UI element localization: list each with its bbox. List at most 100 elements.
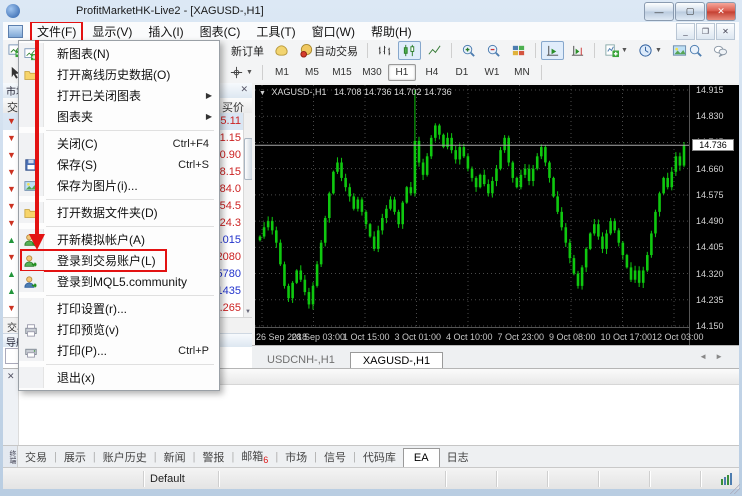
timeframe-M5[interactable]: M5 [298,64,326,81]
new-order-button[interactable]: 新订单 [227,41,268,61]
bid-value: 5.11 [220,113,241,130]
tile-windows-button[interactable] [507,41,530,60]
chat-button[interactable] [709,41,732,60]
scrollbar-down-icon[interactable]: ▼ [244,308,252,317]
zoom-in-button[interactable] [457,41,480,60]
file-menu-item[interactable]: 打开离线历史数据(O) [19,64,219,85]
terminal-tab-新闻[interactable]: 新闻 [157,447,193,467]
file-menu-item[interactable]: 开新模拟帐户(A) [19,229,219,250]
close-button[interactable]: ✕ [706,2,736,21]
market-watch-scrollbar[interactable]: ▼ [243,113,252,317]
market-watch-close-icon[interactable]: ✕ [240,84,248,95]
child-close-button[interactable]: ✕ [716,23,735,40]
file-menu-item[interactable]: 打开已关闭图表▶ [19,85,219,106]
price-axis[interactable]: 14.736 14.91514.83014.74514.66014.57514.… [689,85,739,345]
file-menu-item[interactable]: 登录到交易账户(L) [19,250,219,271]
zoom-out-button[interactable] [482,41,505,60]
auto-scroll-button[interactable] [541,41,564,60]
file-menu-item[interactable]: 图表夹▶ [19,106,219,127]
bid-value: 8.15 [220,164,241,181]
bar-chart-button[interactable] [373,41,396,60]
file-menu-item[interactable]: 退出(x) [19,367,219,388]
timeframe-M15[interactable]: M15 [328,64,356,81]
terminal-tab-EA[interactable]: EA [403,448,440,467]
file-menu-item[interactable]: 新图表(N) [19,43,219,64]
indicators-button[interactable]: ▼ [600,41,632,60]
menu-item[interactable]: 图表(C) [192,22,249,41]
timeframe-M30[interactable]: M30 [358,64,386,81]
file-menu-item[interactable]: 打印预览(v) [19,319,219,340]
time-tick-label: 12 Oct 03:00 [652,332,704,342]
submenu-arrow-icon: ▶ [206,91,219,100]
terminal-tab-代码库[interactable]: 代码库 [356,447,403,467]
picture-icon [19,175,44,196]
file-menu-item[interactable]: 保存为图片(i)... [19,175,219,196]
timeframe-MN[interactable]: MN [508,64,536,81]
menu-item[interactable]: 文件(F) [29,22,84,41]
child-restore-button[interactable]: ❐ [696,23,715,40]
file-menu-item[interactable]: 登录到MQL5.community [19,271,219,292]
terminal-tab-交易[interactable]: 交易 [18,447,54,467]
terminal-tab-信号[interactable]: 信号 [317,447,353,467]
price-tick-label: 14.490 [696,216,724,226]
menu-item[interactable]: 插入(I) [140,22,191,41]
submenu-arrow-icon: ▶ [206,112,219,121]
menu-item[interactable]: 显示(V) [84,22,140,41]
file-menu-item[interactable]: 打印设置(r)... [19,298,219,319]
timeframe-M1[interactable]: M1 [268,64,296,81]
minimize-button[interactable]: — [644,2,674,21]
terminal-close-icon[interactable]: ✕ [7,371,15,382]
terminal-dock-label[interactable]: 终端 [3,446,18,468]
search-button[interactable] [684,41,707,60]
print-preview-icon [19,319,44,340]
periods-button[interactable]: ▼ [634,41,666,60]
chart-window-icon[interactable] [8,25,23,38]
clock-icon [638,43,653,58]
expert-advisors-button[interactable] [270,41,293,60]
crosshair-button[interactable]: ▼ [225,63,257,82]
price-up-arrow-icon: ▲ [7,232,16,249]
user-community-icon [19,271,44,292]
menu-item[interactable]: 帮助(H) [363,22,420,41]
menu-icon-gutter [19,106,44,127]
terminal-tab-警报[interactable]: 警报 [195,447,231,467]
chart-menu-arrow-icon[interactable]: ▼ [259,90,266,97]
terminal-tab-展示[interactable]: 展示 [57,447,93,467]
file-menu-dropdown: 新图表(N)打开离线历史数据(O)打开已关闭图表▶图表夹▶ 关闭(C)Ctrl+F… [18,40,220,391]
chart-tab-USDCNH-,H1[interactable]: USDCNH-,H1 [254,351,348,369]
menu-item[interactable]: 工具(T) [248,22,303,41]
resize-grip[interactable] [730,484,740,494]
price-down-arrow-icon: ▼ [7,130,16,147]
child-minimize-button[interactable]: _ [676,23,695,40]
chart-shift-button[interactable] [566,41,589,60]
autotrading-button[interactable]: 自动交易 [295,41,362,61]
file-menu-item[interactable]: 保存(S)Ctrl+S [19,154,219,175]
price-up-arrow-icon: ▲ [7,266,16,283]
line-chart-button[interactable] [423,41,446,60]
file-menu-item[interactable]: 关闭(C)Ctrl+F4 [19,133,219,154]
chart-plot-area[interactable]: ▼ XAGUSD-,H1 14.708 14.736 14.702 14.736 [255,85,689,327]
time-axis[interactable]: 26 Sep 201828 Sep 03:001 Oct 15:003 Oct … [255,327,689,346]
file-menu-item[interactable]: 打开数据文件夹(D) [19,202,219,223]
timeframe-H4[interactable]: H4 [418,64,446,81]
timeframe-W1[interactable]: W1 [478,64,506,81]
terminal-tab-账户历史[interactable]: 账户历史 [96,447,154,467]
file-menu-item[interactable]: 打印(P)...Ctrl+P [19,340,219,361]
terminal-tab-邮箱[interactable]: 邮箱6 [234,446,275,467]
timeframe-D1[interactable]: D1 [448,64,476,81]
title-bar[interactable]: ProfitMarketHK-Live2 - [XAGUSD-,H1] — ▢ … [0,0,742,22]
chart-tabs-scroll-left-icon[interactable]: ◄ [699,352,715,361]
terminal-tab-市场[interactable]: 市场 [278,447,314,467]
candlestick-button[interactable] [398,41,421,60]
terminal-tab-日志[interactable]: 日志 [440,447,476,467]
chart-tabs-scroll-right-icon[interactable]: ► [715,352,731,361]
menu-item[interactable]: 窗口(W) [304,22,363,41]
bid-value: 24.3 [220,215,241,232]
time-tick-label: 7 Oct 23:00 [498,332,545,342]
price-tick-label: 14.915 [696,85,724,95]
status-profile[interactable]: Default [144,471,219,487]
maximize-button[interactable]: ▢ [675,2,705,21]
timeframe-H1[interactable]: H1 [388,64,416,81]
crosshair-icon [229,65,244,80]
chart-tab-XAGUSD-,H1[interactable]: XAGUSD-,H1 [350,352,443,369]
